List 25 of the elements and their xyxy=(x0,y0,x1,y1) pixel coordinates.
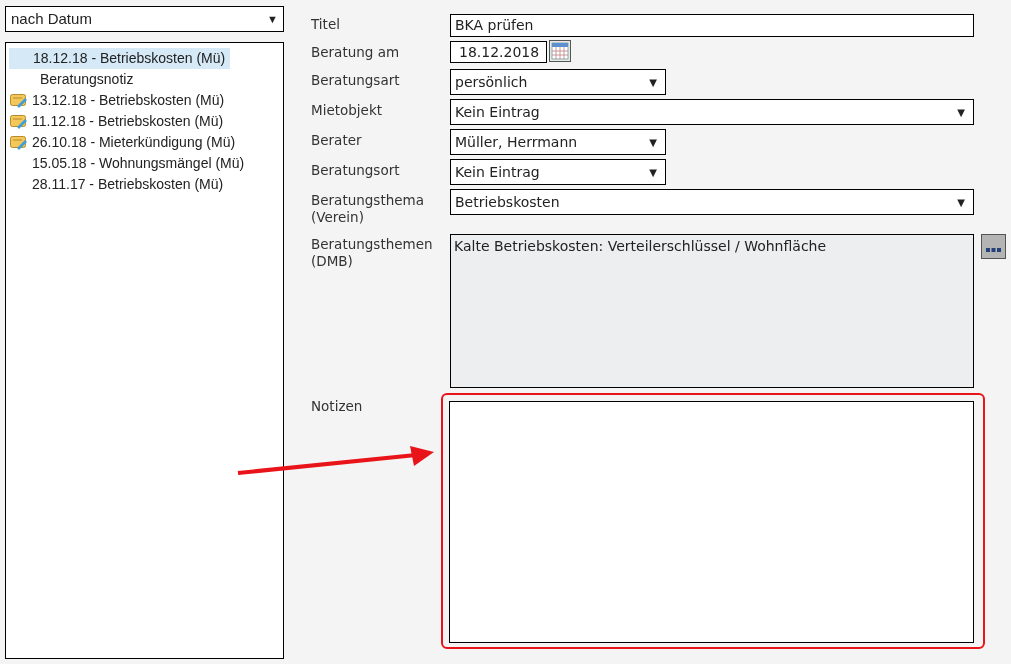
field-label: Titel xyxy=(311,15,341,34)
field-label: Beratungsthemen (DMB) xyxy=(311,235,434,271)
select-dropdown[interactable]: Kein Eintrag ▼ xyxy=(450,159,666,185)
tree-item[interactable]: 28.11.17 - Betriebskosten (Mü) xyxy=(32,174,224,195)
select-dropdown[interactable]: Betriebskosten ▼ xyxy=(450,189,974,215)
tree-item[interactable]: 11.12.18 - Betriebskosten (Mü) xyxy=(32,111,224,132)
select-dropdown[interactable]: persönlich ▼ xyxy=(450,69,666,95)
tree-item[interactable]: 18.12.18 - Betriebskosten (Mü) xyxy=(9,48,230,69)
field-label: Beratung am xyxy=(311,43,401,62)
field-label: Beratungsort xyxy=(311,161,401,180)
field-label: Beratungsthema (Verein) xyxy=(311,191,425,227)
tree-item[interactable]: Beratungsnotiz xyxy=(40,69,134,90)
date-field[interactable]: 18.12.2018 xyxy=(450,41,547,63)
tree-item[interactable]: 13.12.18 - Betriebskosten (Mü) xyxy=(32,90,225,111)
title-field[interactable]: BKA prüfen xyxy=(450,14,974,37)
select-dropdown[interactable]: Müller, Herrmann ▼ xyxy=(450,129,666,155)
topics-textarea[interactable]: Kalte Betriebskosten: Verteilerschlüssel / Wohnfläche xyxy=(450,234,974,388)
field-label: Mietobjekt xyxy=(311,101,383,120)
tree-item[interactable]: 15.05.18 - Wohnungsmängel (Mü) xyxy=(32,153,245,174)
sort-dropdown[interactable]: nach Datum ▼ xyxy=(5,6,284,32)
field-label: Berater xyxy=(311,131,363,150)
tree-item[interactable]: 26.10.18 - Mieterkündigung (Mü) xyxy=(32,132,236,153)
select-dropdown[interactable]: Kein Eintrag ▼ xyxy=(450,99,974,125)
field-label: Notizen xyxy=(311,397,364,416)
field-label: Beratungsart xyxy=(311,71,401,90)
